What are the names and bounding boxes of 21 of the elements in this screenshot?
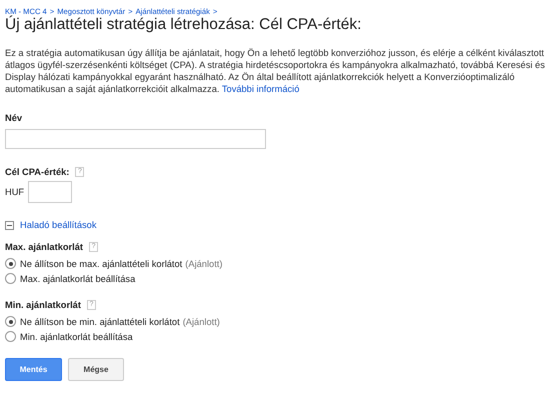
option-label: Ne állítson be min. ajánlattételi korlátot (Ajánlott) [20, 316, 220, 326]
radio-button[interactable] [5, 273, 16, 284]
radio-button[interactable] [5, 258, 16, 269]
cancel-button[interactable]: Mégse [68, 358, 124, 381]
more-info-link[interactable]: További információ [222, 84, 300, 94]
description-text: Ez a stratégia automatikusan úgy állítja be ajánlatait, hogy Ön a lehető legtöbb konverzióhoz jusson, és elérje a célként kiválasztott átlagos ügyfél-szerzésenkénti költséget (CPA). A stratégia hirdetéscsoportokra és kampányokra alkalmazható, továbbá Keresési és Display hálózati kampányokkal egyaránt használható. Az Ön által beállított ajánlatkorrekciók helyett a Konverzióoptimalizáló automatikusan a saját ajánlatkorrekcióit alkalmazza. További információ [5, 47, 546, 95]
group-label: Max. ajánlatkorlát [5, 242, 84, 252]
advanced-settings-link[interactable]: Haladó beállítások [20, 220, 96, 230]
option-label: Min. ajánlatkorlát beállítása [20, 332, 133, 342]
option-label: Max. ajánlatkorlát beállítása [20, 274, 136, 284]
field-label: Név [5, 113, 24, 123]
collapse-icon[interactable] [5, 220, 14, 230]
page-title: Új ajánlattételi stratégia létrehozása: Cél CPA-érték: [5, 16, 362, 33]
field-label: Cél CPA-érték: [5, 167, 70, 177]
name-field[interactable] [5, 129, 266, 149]
cpa-field[interactable] [28, 181, 72, 203]
radio-button[interactable] [5, 316, 16, 327]
group-label: Min. ajánlatkorlát [5, 300, 81, 310]
option-label: Ne állítson be max. ajánlattételi korlátot (Ajánlott) [20, 258, 222, 268]
radio-button[interactable] [5, 331, 16, 342]
currency-label: HUF [5, 187, 24, 197]
